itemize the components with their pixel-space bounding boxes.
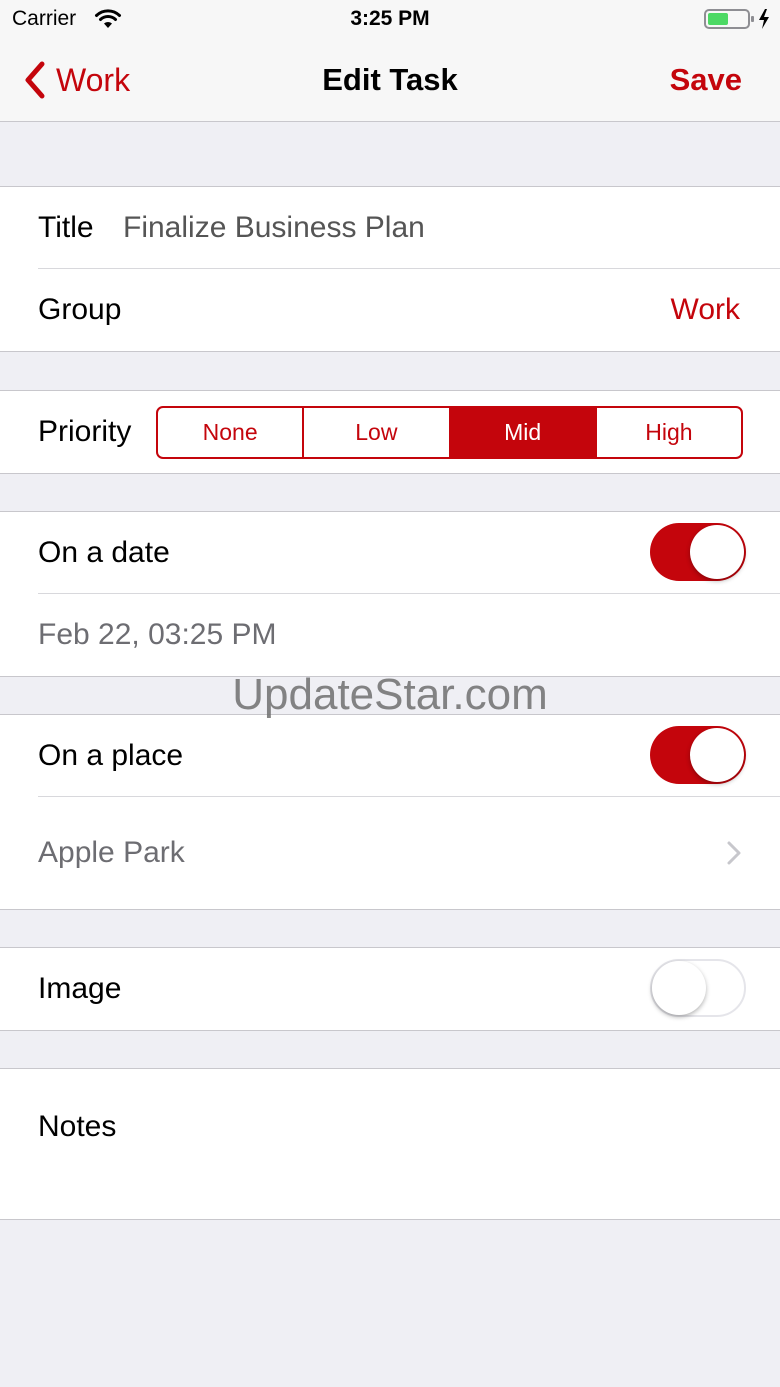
image-cell: Image (0, 948, 780, 1030)
toggle-knob (690, 525, 744, 579)
group-cell[interactable]: Group Work (0, 269, 780, 351)
notes-section[interactable]: Notes (0, 1068, 780, 1220)
priority-segmented-control[interactable]: None Low Mid High (156, 406, 743, 459)
group-value: Work (670, 293, 740, 326)
watermark: UpdateStar.com (232, 670, 548, 719)
status-bar: Carrier 3:25 PM (0, 0, 780, 40)
on-place-toggle[interactable] (650, 726, 746, 784)
on-date-label: On a date (38, 536, 170, 569)
on-place-cell: On a place (0, 715, 780, 797)
group-label: Group (38, 293, 122, 326)
save-button[interactable]: Save (670, 62, 742, 98)
priority-cell: Priority None Low Mid High (0, 391, 780, 473)
place-value: Apple Park (38, 836, 185, 869)
title-field[interactable]: Finalize Business Plan (123, 187, 425, 269)
priority-none-segment[interactable]: None (158, 408, 302, 457)
battery-icon (704, 9, 769, 29)
priority-section: Priority None Low Mid High (0, 390, 780, 474)
toggle-knob (690, 728, 744, 782)
on-date-cell: On a date (0, 512, 780, 594)
title-cell[interactable]: Title Finalize Business Plan (0, 187, 780, 269)
image-section: Image (0, 947, 780, 1031)
place-section: On a place Apple Park (0, 714, 780, 910)
toggle-knob (652, 961, 706, 1015)
image-toggle[interactable] (650, 959, 746, 1017)
navigation-bar: Work Edit Task Save (0, 40, 780, 122)
priority-mid-segment[interactable]: Mid (448, 408, 595, 457)
date-section: On a date Feb 22, 03:25 PM (0, 511, 780, 677)
priority-low-segment[interactable]: Low (302, 408, 448, 457)
page-title: Edit Task (322, 62, 458, 97)
date-value-cell[interactable]: Feb 22, 03:25 PM (0, 594, 780, 676)
title-group-section: Title Finalize Business Plan Group Work (0, 186, 780, 352)
priority-high-segment[interactable]: High (594, 408, 741, 457)
priority-label: Priority (38, 415, 132, 448)
on-date-toggle[interactable] (650, 523, 746, 581)
notes-field[interactable]: Notes (38, 1069, 116, 1185)
chevron-right-icon (726, 797, 742, 909)
status-time: 3:25 PM (350, 7, 430, 30)
on-place-label: On a place (38, 739, 184, 772)
image-label: Image (38, 972, 122, 1005)
date-value: Feb 22, 03:25 PM (38, 618, 277, 651)
title-label: Title (38, 211, 94, 244)
place-value-cell[interactable]: Apple Park (0, 797, 780, 909)
